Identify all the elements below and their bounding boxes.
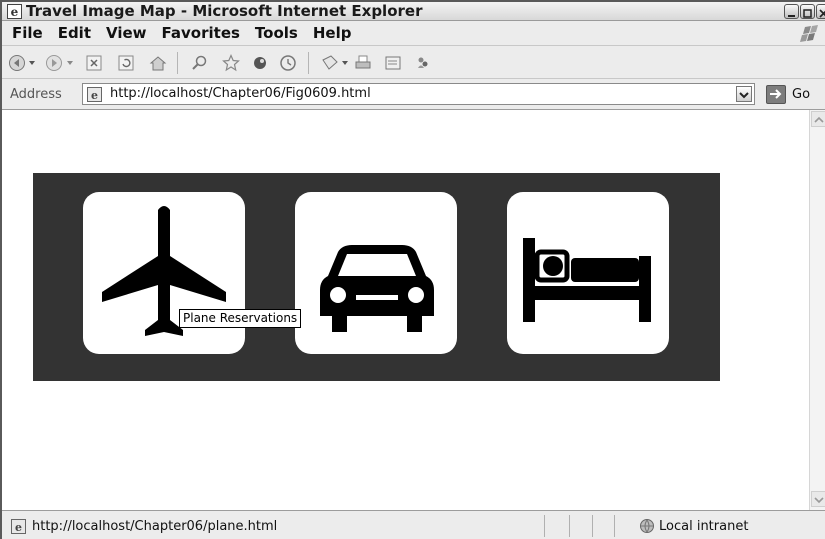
menu-edit[interactable]: Edit [58, 21, 100, 46]
menu-tools[interactable]: Tools [255, 21, 307, 46]
vertical-scrollbar[interactable] [809, 110, 825, 510]
media-icon[interactable] [251, 54, 269, 72]
edit-icon[interactable] [384, 54, 402, 72]
back-dropdown-icon[interactable] [29, 61, 35, 66]
windows-logo-icon [800, 25, 818, 42]
address-label: Address [10, 87, 62, 102]
close-icon [819, 9, 825, 18]
status-divider [569, 515, 570, 537]
browser-window: e Travel Image Map - Microsoft Internet … [0, 0, 825, 539]
title-bar: e Travel Image Map - Microsoft Internet … [2, 2, 825, 21]
chevron-up-icon [814, 116, 824, 123]
address-url[interactable]: http://localhost/Chapter06/Fig0609.html [110, 84, 371, 104]
refresh-icon[interactable] [117, 54, 135, 72]
hotel-map-area[interactable] [507, 192, 669, 354]
menu-bar: File Edit View Favorites Tools Help [2, 21, 825, 46]
maximize-button[interactable] [800, 4, 815, 19]
menu-view[interactable]: View [106, 21, 156, 46]
status-text: http://localhost/Chapter06/plane.html [32, 519, 278, 534]
address-bar: Address e http://localhost/Chapter06/Fig… [2, 79, 825, 110]
intranet-zone-icon [640, 519, 654, 533]
page-content: Plane Reservations [2, 110, 809, 510]
history-icon[interactable] [279, 54, 297, 72]
scroll-up-button[interactable] [811, 111, 825, 127]
page-icon: e [87, 87, 102, 102]
status-divider [614, 515, 615, 537]
messenger-icon[interactable] [414, 54, 432, 72]
scroll-down-button[interactable] [811, 491, 825, 507]
back-icon[interactable] [8, 54, 26, 72]
svg-text:e: e [11, 5, 19, 19]
mail-icon[interactable] [321, 54, 339, 72]
car-map-area[interactable] [295, 192, 457, 354]
go-label[interactable]: Go [792, 79, 810, 110]
svg-text:e: e [91, 89, 98, 102]
go-arrow-icon [770, 89, 782, 99]
menu-favorites[interactable]: Favorites [162, 21, 249, 46]
status-divider [592, 515, 593, 537]
forward-icon[interactable] [45, 54, 63, 72]
menu-help[interactable]: Help [313, 21, 361, 46]
minimize-button[interactable] [784, 4, 799, 19]
chevron-down-icon [739, 92, 749, 99]
search-icon[interactable] [191, 54, 209, 72]
favorites-icon[interactable] [222, 54, 240, 72]
airplane-icon [102, 206, 226, 336]
toolbar-separator [177, 52, 178, 74]
toolbar-separator [308, 52, 309, 74]
forward-dropdown-icon[interactable] [67, 61, 73, 66]
status-divider [544, 515, 545, 537]
status-bar: e http://localhost/Chapter06/plane.html … [2, 510, 825, 539]
bed-icon [523, 238, 651, 322]
close-button[interactable] [816, 4, 825, 19]
window-title: Travel Image Map - Microsoft Internet Ex… [26, 2, 423, 20]
plane-map-area[interactable] [83, 192, 245, 354]
chevron-down-icon [814, 497, 824, 504]
car-icon [320, 245, 434, 332]
maximize-icon [803, 9, 812, 18]
svg-text:e: e [15, 521, 22, 534]
travel-image-map [33, 173, 720, 381]
stop-icon[interactable] [85, 54, 103, 72]
print-icon[interactable] [354, 54, 372, 72]
map-tooltip: Plane Reservations [179, 309, 302, 328]
menu-file[interactable]: File [12, 21, 52, 46]
address-input[interactable]: e http://localhost/Chapter06/Fig0609.htm… [82, 83, 755, 105]
mail-dropdown-icon[interactable] [342, 61, 348, 66]
toolbar [2, 46, 825, 79]
home-icon[interactable] [149, 54, 167, 72]
minimize-icon [788, 15, 795, 17]
security-zone-label: Local intranet [659, 519, 749, 534]
address-dropdown-button[interactable] [736, 86, 752, 102]
page-icon: e [11, 519, 26, 534]
go-button[interactable] [766, 85, 786, 104]
ie-logo-icon: e [7, 4, 22, 19]
